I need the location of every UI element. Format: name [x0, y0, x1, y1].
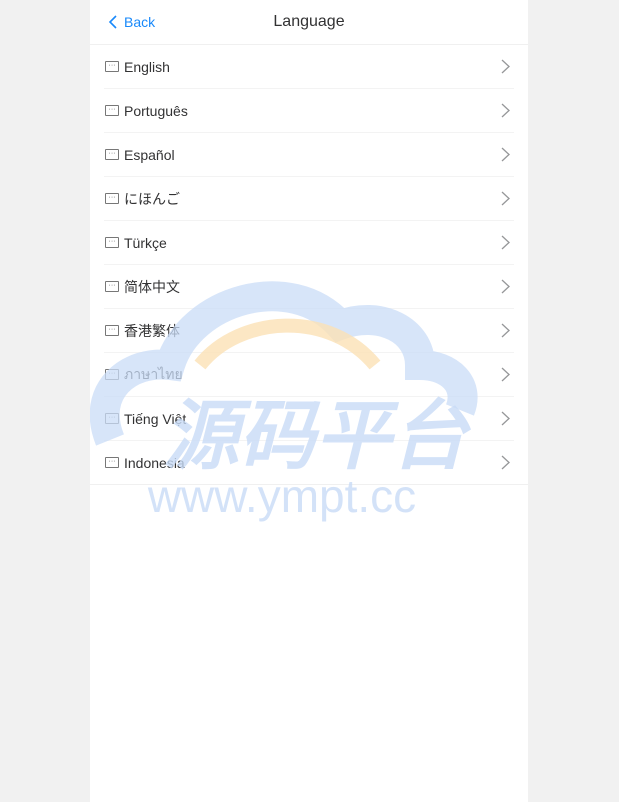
nav-bar: Back Language [90, 0, 528, 45]
chevron-right-icon [501, 103, 510, 118]
language-label: ภาษาไทย [124, 365, 183, 382]
chevron-right-icon [501, 235, 510, 250]
chevron-right-icon [501, 279, 510, 294]
language-icon: ··· [105, 413, 119, 424]
page-title: Language [273, 13, 345, 30]
language-label: Tiếng Việt [124, 410, 187, 427]
language-label: Español [124, 146, 175, 163]
language-label: 香港繁体 [124, 322, 180, 339]
language-icon: ··· [105, 457, 119, 468]
chevron-right-icon [501, 411, 510, 426]
language-item[interactable]: ··· ภาษาไทย [104, 353, 514, 397]
language-item[interactable]: ··· にほんご [104, 177, 514, 221]
list-divider [90, 484, 528, 485]
language-icon: ··· [105, 237, 119, 248]
language-icon: ··· [105, 193, 119, 204]
language-item[interactable]: ··· 香港繁体 [104, 309, 514, 353]
language-icon: ··· [105, 61, 119, 72]
language-icon: ··· [105, 325, 119, 336]
language-label: にほんご [124, 190, 180, 207]
language-item[interactable]: ··· English [104, 45, 514, 89]
language-label: 简体中文 [124, 278, 180, 295]
language-item[interactable]: ··· Tiếng Việt [104, 397, 514, 441]
language-icon: ··· [105, 105, 119, 116]
language-icon: ··· [105, 369, 119, 380]
chevron-right-icon [501, 191, 510, 206]
chevron-right-icon [501, 59, 510, 74]
language-item[interactable]: ··· Türkçe [104, 221, 514, 265]
language-icon: ··· [105, 281, 119, 292]
phone-screen: Back Language ··· English ··· Português ··· E… [90, 0, 528, 802]
chevron-right-icon [501, 323, 510, 338]
language-list: ··· English ··· Português ··· Español ··· にほんご ·… [90, 45, 528, 484]
language-item[interactable]: ··· Indonesia [104, 441, 514, 484]
chevron-right-icon [501, 455, 510, 470]
language-item[interactable]: ··· Español [104, 133, 514, 177]
language-label: Indonesia [124, 454, 185, 471]
language-label: English [124, 58, 170, 75]
language-item[interactable]: ··· 简体中文 [104, 265, 514, 309]
language-label: Português [124, 102, 188, 119]
language-icon: ··· [105, 149, 119, 160]
language-label: Türkçe [124, 234, 167, 251]
language-item[interactable]: ··· Português [104, 89, 514, 133]
chevron-right-icon [501, 367, 510, 382]
chevron-right-icon [501, 147, 510, 162]
